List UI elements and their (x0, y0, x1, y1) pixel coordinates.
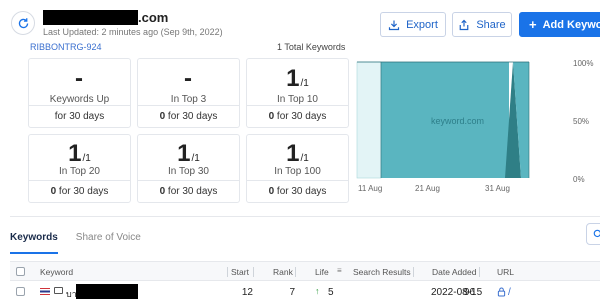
x-tick-label: 11 Aug (358, 184, 382, 193)
stat-label: In Top 3 (170, 94, 207, 105)
stat-label: Keywords Up (49, 94, 110, 105)
column-header-search-results[interactable]: Search Results (353, 267, 411, 277)
x-tick-label: 21 Aug (415, 184, 440, 193)
table-header: Keyword Start Rank Life ≡ Search Results… (10, 261, 600, 281)
search-toggle-button[interactable] (586, 223, 600, 245)
y-tick-label: 0% (573, 175, 585, 184)
tab-bar: Keywords Share of Voice (10, 232, 141, 254)
chart-area-light (356, 61, 382, 179)
stat-period: 0 for 30 days (138, 180, 239, 202)
stat-label: In Top 100 (274, 166, 321, 177)
stat-label: In Top 20 (59, 166, 100, 177)
column-separator (253, 267, 254, 277)
column-header-start[interactable]: Start (231, 267, 249, 277)
share-label: Share (476, 18, 506, 31)
redacted-keyword (76, 284, 138, 299)
stat-label: In Top 10 (277, 94, 318, 105)
stat-card-top-20: 1/1 In Top 20 0 for 30 days (28, 134, 131, 203)
page-header: .com Last Updated: 2 minutes ago (Sep 9t… (0, 0, 600, 46)
x-tick-label: 31 Aug (485, 184, 510, 193)
stat-card-top-30: 1/1 In Top 30 0 for 30 days (137, 134, 240, 203)
y-tick-label: 50% (573, 117, 589, 126)
column-header-keyword[interactable]: Keyword (40, 267, 73, 277)
section-divider (10, 216, 600, 217)
search-icon (593, 229, 600, 238)
ranking-distribution-chart: keyword.com 100% 50% 0% 11 Aug 21 Aug 31… (355, 58, 600, 198)
y-tick-label: 100% (573, 59, 593, 68)
column-separator (295, 267, 296, 277)
refresh-icon (18, 17, 28, 28)
export-button[interactable]: Export (380, 12, 446, 37)
download-icon (388, 20, 400, 30)
filter-icon[interactable]: ≡ (337, 266, 342, 275)
add-keywords-button[interactable]: + Add Keywords (519, 12, 600, 37)
column-header-url[interactable]: URL (497, 267, 514, 277)
chart-svg: keyword.com 100% 50% 0% 11 Aug 21 Aug 31… (356, 59, 593, 193)
row-checkbox[interactable] (16, 287, 25, 296)
select-all-checkbox[interactable] (16, 267, 25, 276)
stat-period: 0 for 30 days (247, 105, 348, 127)
stat-card-keywords-up: - Keywords Up for 30 days (28, 58, 131, 128)
plus-icon: + (529, 17, 537, 32)
cell-rank: 7 (289, 287, 295, 298)
thailand-flag-icon (40, 288, 50, 295)
tab-keywords[interactable]: Keywords (10, 232, 58, 254)
last-updated-text: Last Updated: 2 minutes ago (Sep 9th, 20… (43, 27, 223, 37)
cell-date-added: 2022-08-15 (431, 287, 483, 298)
redacted-domain-name (43, 9, 138, 25)
share-icon (459, 19, 469, 30)
stat-card-top-10: 1/1 In Top 10 0 for 30 days (246, 58, 349, 128)
stat-period: 0 for 30 days (29, 180, 130, 202)
total-keywords-text: 1 Total Keywords (277, 42, 346, 52)
stat-card-top-3: - In Top 3 0 for 30 days (137, 58, 240, 128)
table-row[interactable]: บา 12 7 ↑ 5 96 2022-08-15 / (10, 282, 600, 301)
keyword-group-tag[interactable]: RIBBONTRG-924 (30, 42, 102, 54)
cell-start: 12 (241, 287, 253, 298)
lock-icon (497, 287, 506, 297)
column-header-life[interactable]: Life (315, 267, 329, 277)
share-button[interactable]: Share (452, 12, 512, 37)
column-header-date-added[interactable]: Date Added (432, 267, 476, 277)
tab-share-of-voice[interactable]: Share of Voice (76, 232, 141, 252)
arrow-up-icon: ↑ (315, 286, 320, 296)
domain-suffix: .com (138, 9, 169, 25)
cell-url[interactable]: / (508, 287, 511, 298)
column-separator (227, 267, 228, 277)
column-separator (479, 267, 480, 277)
desktop-icon (54, 287, 63, 294)
chart-watermark: keyword.com (431, 116, 484, 126)
column-header-rank[interactable]: Rank (273, 267, 293, 277)
domain-title: .com (43, 9, 168, 25)
stat-period: 0 for 30 days (247, 180, 348, 202)
cell-life: 5 (328, 287, 334, 298)
add-keywords-label: Add Keywords (542, 18, 600, 31)
stat-label: In Top 30 (168, 166, 209, 177)
stat-card-top-100: 1/1 In Top 100 0 for 30 days (246, 134, 349, 203)
column-separator (413, 267, 414, 277)
refresh-button[interactable] (11, 11, 35, 35)
export-label: Export (406, 18, 438, 31)
stat-period: 0 for 30 days (138, 105, 239, 127)
stat-period: for 30 days (29, 105, 130, 127)
